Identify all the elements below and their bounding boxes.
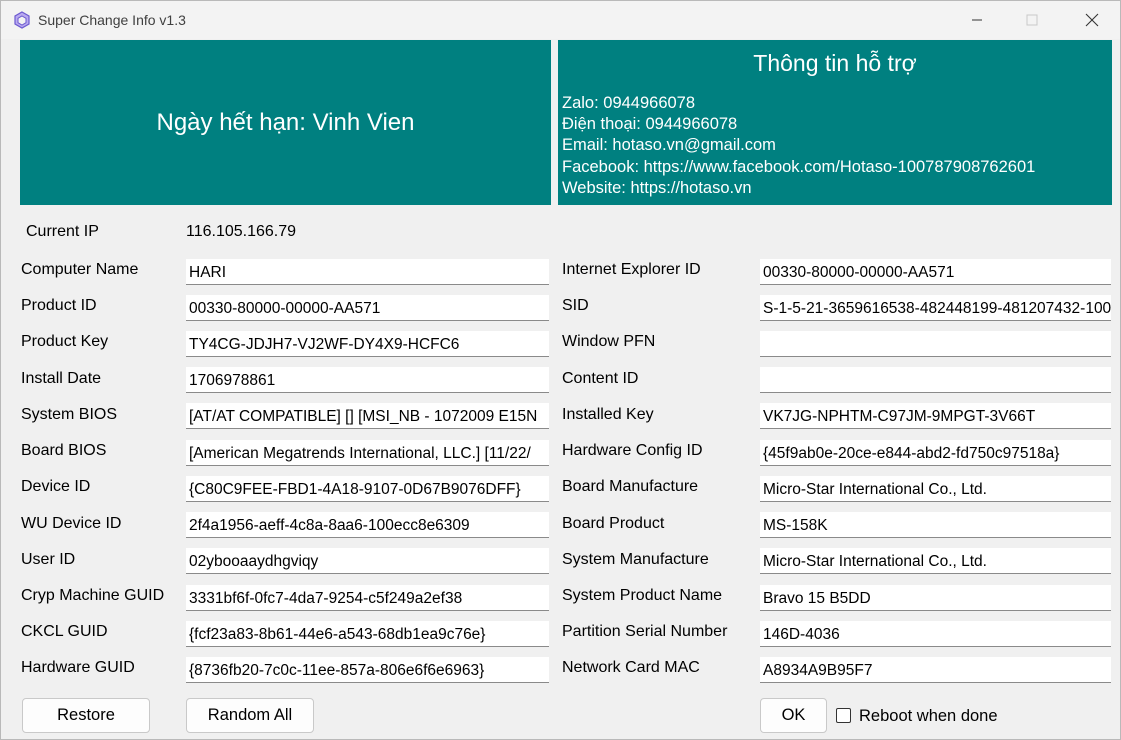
support-info: Zalo: 0944966078 Điện thoại: 0944966078 … <box>562 93 1035 199</box>
hardware-guid-label: Hardware GUID <box>21 659 135 676</box>
installed-key-label: Installed Key <box>562 406 654 423</box>
restore-button[interactable]: Restore <box>22 698 150 733</box>
board-manufacture-label: Board Manufacture <box>562 478 699 495</box>
install-date-field[interactable]: 1706978861 <box>186 367 549 393</box>
minimize-icon <box>972 19 982 21</box>
ckcl-guid-label: CKCL GUID <box>21 623 108 640</box>
hardware-config-id-field[interactable]: {45f9ab0e-20ce-e844-abd2-fd750c97518a} <box>760 440 1111 466</box>
support-phone: Điện thoại: 0944966078 <box>562 115 738 134</box>
close-icon <box>1085 13 1099 27</box>
hardware-config-id-label: Hardware Config ID <box>562 442 703 459</box>
cryp-machine-guid-label: Cryp Machine GUID <box>21 587 165 604</box>
support-zalo: Zalo: 0944966078 <box>562 94 696 112</box>
support-email: Email: hotaso.vn@gmail.com <box>562 136 776 155</box>
computer-name-label: Computer Name <box>21 261 139 278</box>
system-product-name-field[interactable]: Bravo 15 B5DD <box>760 585 1111 611</box>
installed-key-field[interactable]: VK7JG-NPHTM-C97JM-9MPGT-3V66T <box>760 403 1111 429</box>
reboot-checkbox-label[interactable]: Reboot when done <box>859 707 998 726</box>
app-logo-icon <box>14 11 30 29</box>
wu-device-id-label: WU Device ID <box>21 515 122 532</box>
current-ip-label: Current IP <box>26 223 99 240</box>
product-id-label: Product ID <box>21 297 97 314</box>
board-manufacture-field[interactable]: Micro-Star International Co., Ltd. <box>760 476 1111 502</box>
product-key-field[interactable]: TY4CG-JDJH7-VJ2WF-DY4X9-HCFC6 <box>186 331 549 357</box>
reboot-checkbox[interactable] <box>836 708 851 723</box>
device-id-label: Device ID <box>21 478 91 495</box>
board-product-field[interactable]: MS-158K <box>760 512 1111 538</box>
install-date-label: Install Date <box>21 370 102 387</box>
hardware-guid-field[interactable]: {8736fb20-7c0c-11ee-857a-806e6f6e6963} <box>186 657 549 683</box>
support-panel: Thông tin hỗ trợ Zalo: 0944966078 Điện t… <box>558 40 1112 205</box>
partition-serial-number-label: Partition Serial Number <box>562 623 728 640</box>
expiry-panel: Ngày hết hạn: Vinh Vien <box>20 40 551 205</box>
close-button[interactable] <box>1069 1 1115 39</box>
ckcl-guid-field[interactable]: {fcf23a83-8b61-44e6-a543-68db1ea9c76e} <box>186 621 549 647</box>
expiry-text: Ngày hết hạn: Vinh Vien <box>156 108 415 136</box>
user-id-field[interactable]: 02ybooaaydhgviqy <box>186 548 549 574</box>
maximize-button[interactable] <box>1009 1 1055 39</box>
content-id-label: Content ID <box>562 370 639 387</box>
partition-serial-number-field[interactable]: 146D-4036 <box>760 621 1111 647</box>
sid-field[interactable]: S-1-5-21-3659616538-482448199-481207432-… <box>760 295 1111 321</box>
network-card-mac-field[interactable]: A8934A9B95F7 <box>760 657 1111 683</box>
sid-label: SID <box>562 297 589 314</box>
board-bios-field[interactable]: [American Megatrends International, LLC.… <box>186 440 549 466</box>
board-bios-label: Board BIOS <box>21 442 107 459</box>
support-facebook: Facebook: https://www.facebook.com/Hotas… <box>562 157 1036 176</box>
system-bios-field[interactable]: [AT/AT COMPATIBLE] [] [MSI_NB - 1072009 … <box>186 403 549 429</box>
app-window: Super Change Info v1.3 Ngày hết hạn: Vin… <box>0 0 1121 740</box>
wu-device-id-field[interactable]: 2f4a1956-aeff-4c8a-8aa6-100ecc8e6309 <box>186 512 549 538</box>
support-title: Thông tin hỗ trợ <box>753 50 917 76</box>
ok-button[interactable]: OK <box>760 698 827 733</box>
system-manufacture-field[interactable]: Micro-Star International Co., Ltd. <box>760 548 1111 574</box>
board-product-label: Board Product <box>562 515 665 532</box>
support-website: Website: https://hotaso.vn <box>562 178 752 197</box>
window-pfn-label: Window PFN <box>562 333 656 350</box>
network-card-mac-label: Network Card MAC <box>562 659 700 676</box>
internet-explorer-id-field[interactable]: 00330-80000-00000-AA571 <box>760 259 1111 285</box>
window-pfn-field[interactable] <box>760 331 1111 357</box>
current-ip-value: 116.105.166.79 <box>186 223 297 240</box>
system-bios-label: System BIOS <box>21 406 118 423</box>
device-id-field[interactable]: {C80C9FEE-FBD1-4A18-9107-0D67B9076DFF} <box>186 476 549 502</box>
content-id-field[interactable] <box>760 367 1111 393</box>
maximize-icon <box>1026 14 1038 26</box>
system-product-name-label: System Product Name <box>562 587 723 604</box>
window-title: Super Change Info v1.3 <box>38 12 186 28</box>
product-key-label: Product Key <box>21 333 109 350</box>
internet-explorer-id-label: Internet Explorer ID <box>562 261 701 278</box>
product-id-field[interactable]: 00330-80000-00000-AA571 <box>186 295 549 321</box>
system-manufacture-label: System Manufacture <box>562 551 709 568</box>
random-all-button[interactable]: Random All <box>186 698 314 733</box>
computer-name-field[interactable]: HARI <box>186 259 549 285</box>
title-bar[interactable]: Super Change Info v1.3 <box>1 1 1120 39</box>
cryp-machine-guid-field[interactable]: 3331bf6f-0fc7-4da7-9254-c5f249a2ef38 <box>186 585 549 611</box>
minimize-button[interactable] <box>954 1 1000 39</box>
user-id-label: User ID <box>21 551 76 568</box>
